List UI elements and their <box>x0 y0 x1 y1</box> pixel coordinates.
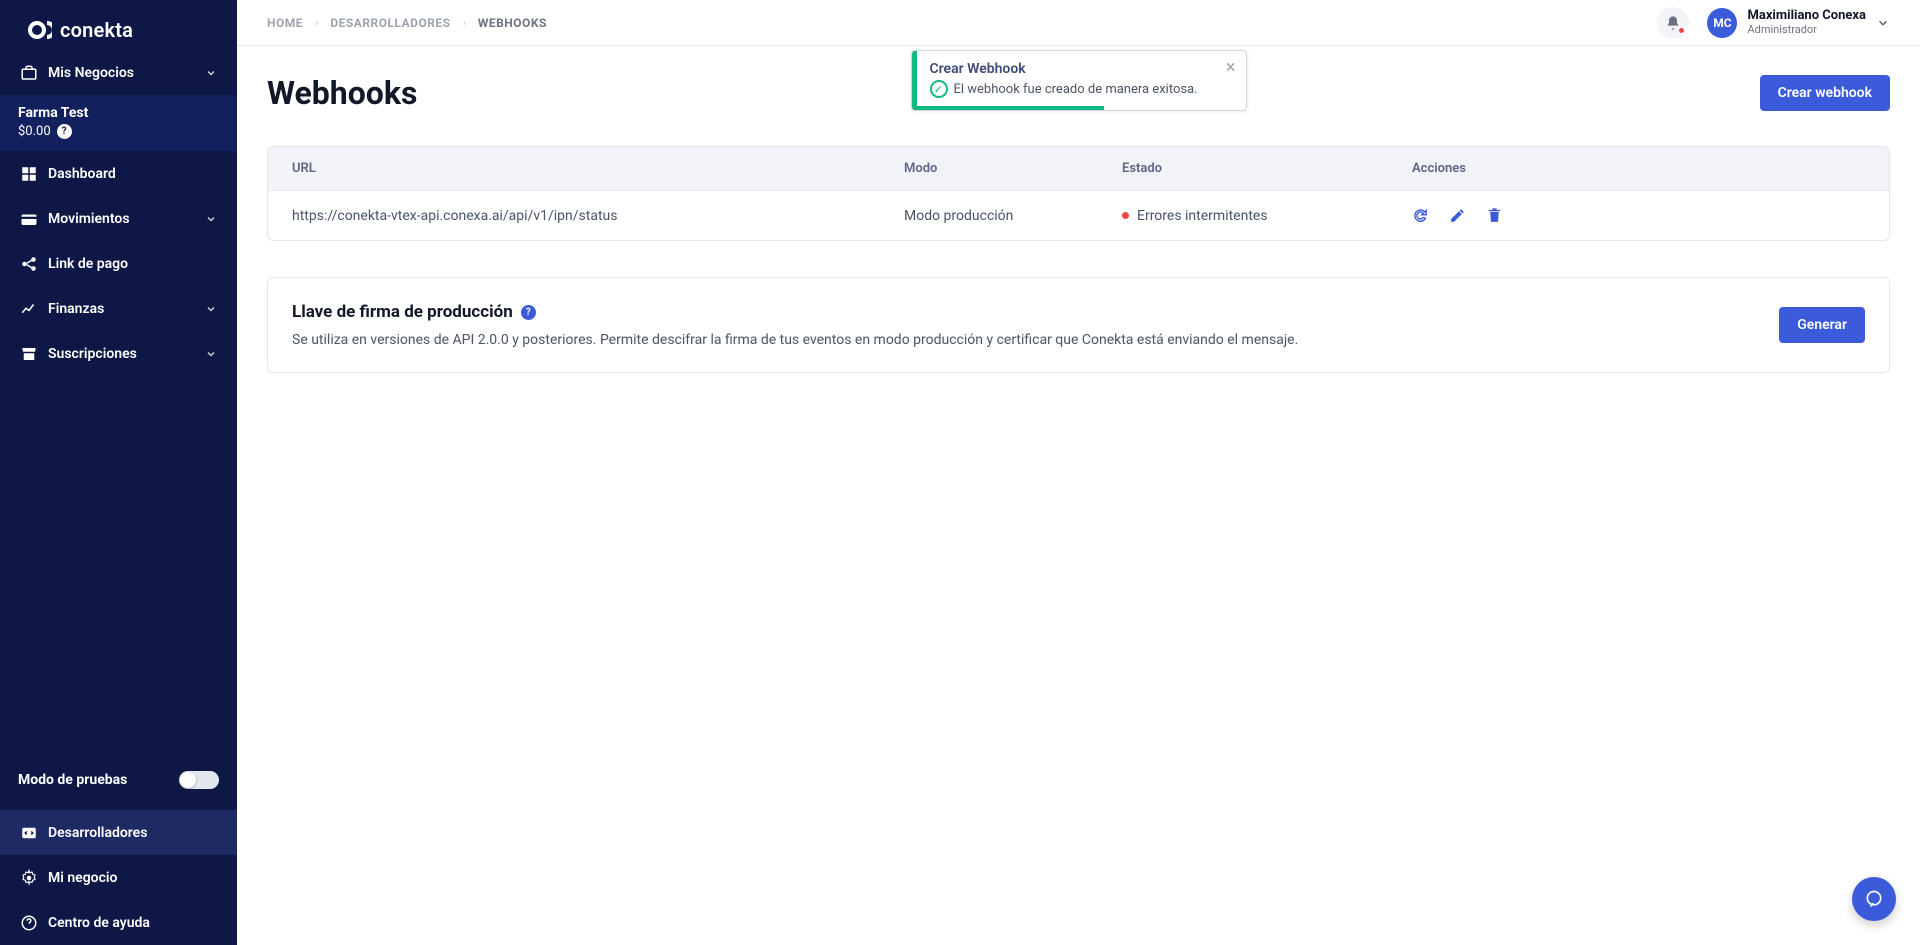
sidebar-item-suscripciones[interactable]: Suscripciones <box>0 331 237 376</box>
gear-icon <box>20 869 48 887</box>
page-title: Webhooks <box>267 74 417 112</box>
webhook-status-text: Errores intermitentes <box>1137 208 1268 224</box>
edit-icon[interactable] <box>1449 207 1466 224</box>
breadcrumb-home[interactable]: HOME <box>267 16 303 30</box>
sidebar-item-label: Centro de ayuda <box>48 915 217 931</box>
toast-progress-bar <box>917 106 1104 110</box>
help-icon[interactable]: ? <box>57 124 72 139</box>
user-role: Administrador <box>1747 24 1866 36</box>
transactions-icon <box>20 210 48 228</box>
user-name: Maximiliano Conexa <box>1747 9 1866 23</box>
panel-title: Llave de firma de producción <box>292 302 513 322</box>
signing-key-panel: Llave de firma de producción ? Se utiliz… <box>267 277 1890 373</box>
sidebar-item-label: Link de pago <box>48 256 217 272</box>
webhook-status: Errores intermitentes <box>1122 208 1412 224</box>
table-header-status: Estado <box>1122 161 1412 176</box>
breadcrumb-dev[interactable]: DESARROLLADORES <box>330 16 450 30</box>
table-header-url: URL <box>292 161 904 176</box>
panel-description: Se utiliza en versiones de API 2.0.0 y p… <box>292 332 1759 348</box>
sidebar-item-label: Dashboard <box>48 166 217 182</box>
info-icon[interactable]: ? <box>521 305 536 320</box>
chevron-down-icon <box>205 213 217 225</box>
sidebar: conekta Mis Negocios Farma Test $0.00 ? … <box>0 0 237 945</box>
avatar: MC <box>1707 8 1737 38</box>
chat-fab[interactable] <box>1852 877 1896 921</box>
breadcrumb-webhooks: WEBHOOKS <box>478 16 547 30</box>
sidebar-item-link-de-pago[interactable]: Link de pago <box>0 241 237 286</box>
conekta-logo-icon <box>28 21 52 39</box>
store-icon <box>20 345 48 363</box>
code-icon <box>20 824 48 842</box>
test-mode-label: Modo de pruebas <box>18 772 179 788</box>
table-row[interactable]: https://conekta-vtex-api.conexa.ai/api/v… <box>268 190 1889 240</box>
notifications-button[interactable] <box>1657 7 1689 39</box>
delete-icon[interactable] <box>1486 207 1503 224</box>
sidebar-item-label: Mis Negocios <box>48 65 205 81</box>
main: HOME › DESARROLLADORES › WEBHOOKS MC Max… <box>237 0 1920 945</box>
chevron-down-icon <box>205 348 217 360</box>
sidebar-item-mi-negocio[interactable]: Mi negocio <box>0 855 237 900</box>
create-webhook-button[interactable]: Crear webhook <box>1760 75 1890 111</box>
webhook-url: https://conekta-vtex-api.conexa.ai/api/v… <box>292 208 904 224</box>
user-menu[interactable]: MC Maximiliano Conexa Administrador <box>1707 8 1890 38</box>
chat-icon <box>1864 889 1884 909</box>
chevron-right-icon: › <box>463 16 466 29</box>
brand-name: conekta <box>60 18 133 42</box>
toast-title: Crear Webhook <box>930 61 1232 77</box>
sidebar-item-label: Movimientos <box>48 211 205 227</box>
sidebar-item-label: Finanzas <box>48 301 205 317</box>
table-header-mode: Modo <box>904 161 1122 176</box>
breadcrumb: HOME › DESARROLLADORES › WEBHOOKS <box>267 16 547 30</box>
webhooks-table: URL Modo Estado Acciones https://conekta… <box>267 146 1890 241</box>
chevron-right-icon: › <box>315 16 318 29</box>
dashboard-icon <box>20 165 48 183</box>
sidebar-item-desarrolladores[interactable]: Desarrolladores <box>0 810 237 855</box>
toast-message: El webhook fue creado de manera exitosa. <box>954 82 1198 97</box>
brand-logo[interactable]: conekta <box>0 0 237 50</box>
webhook-mode: Modo producción <box>904 208 1122 224</box>
chevron-down-icon <box>1876 16 1890 30</box>
sidebar-item-label: Suscripciones <box>48 346 205 362</box>
share-icon <box>20 255 48 273</box>
chevron-down-icon <box>205 67 217 79</box>
status-dot-icon <box>1122 212 1129 219</box>
toast-accent-bar <box>912 51 917 110</box>
table-header-actions: Acciones <box>1412 161 1865 176</box>
toast-close-button[interactable]: × <box>1226 57 1236 78</box>
sidebar-item-centro-de-ayuda[interactable]: Centro de ayuda <box>0 900 237 945</box>
topbar: HOME › DESARROLLADORES › WEBHOOKS MC Max… <box>237 0 1920 46</box>
test-mode-row: Modo de pruebas <box>0 760 237 800</box>
sidebar-item-finanzas[interactable]: Finanzas <box>0 286 237 331</box>
briefcase-icon <box>20 64 48 82</box>
success-toast: Crear Webhook ✓ El webhook fue creado de… <box>911 50 1247 111</box>
generate-button[interactable]: Generar <box>1779 307 1865 343</box>
sidebar-item-label: Desarrolladores <box>48 825 217 841</box>
help-circle-icon <box>20 914 48 932</box>
account-balance: $0.00 <box>18 124 51 139</box>
chart-icon <box>20 300 48 318</box>
account-block[interactable]: Farma Test $0.00 ? <box>0 95 237 151</box>
account-name: Farma Test <box>18 105 219 121</box>
check-circle-icon: ✓ <box>930 80 948 98</box>
refresh-icon[interactable] <box>1412 207 1429 224</box>
notification-dot-icon <box>1678 27 1685 34</box>
test-mode-toggle[interactable] <box>179 771 219 789</box>
sidebar-item-label: Mi negocio <box>48 870 217 886</box>
sidebar-item-mis-negocios[interactable]: Mis Negocios <box>0 50 237 95</box>
sidebar-item-dashboard[interactable]: Dashboard <box>0 151 237 196</box>
chevron-down-icon <box>205 303 217 315</box>
sidebar-item-movimientos[interactable]: Movimientos <box>0 196 237 241</box>
